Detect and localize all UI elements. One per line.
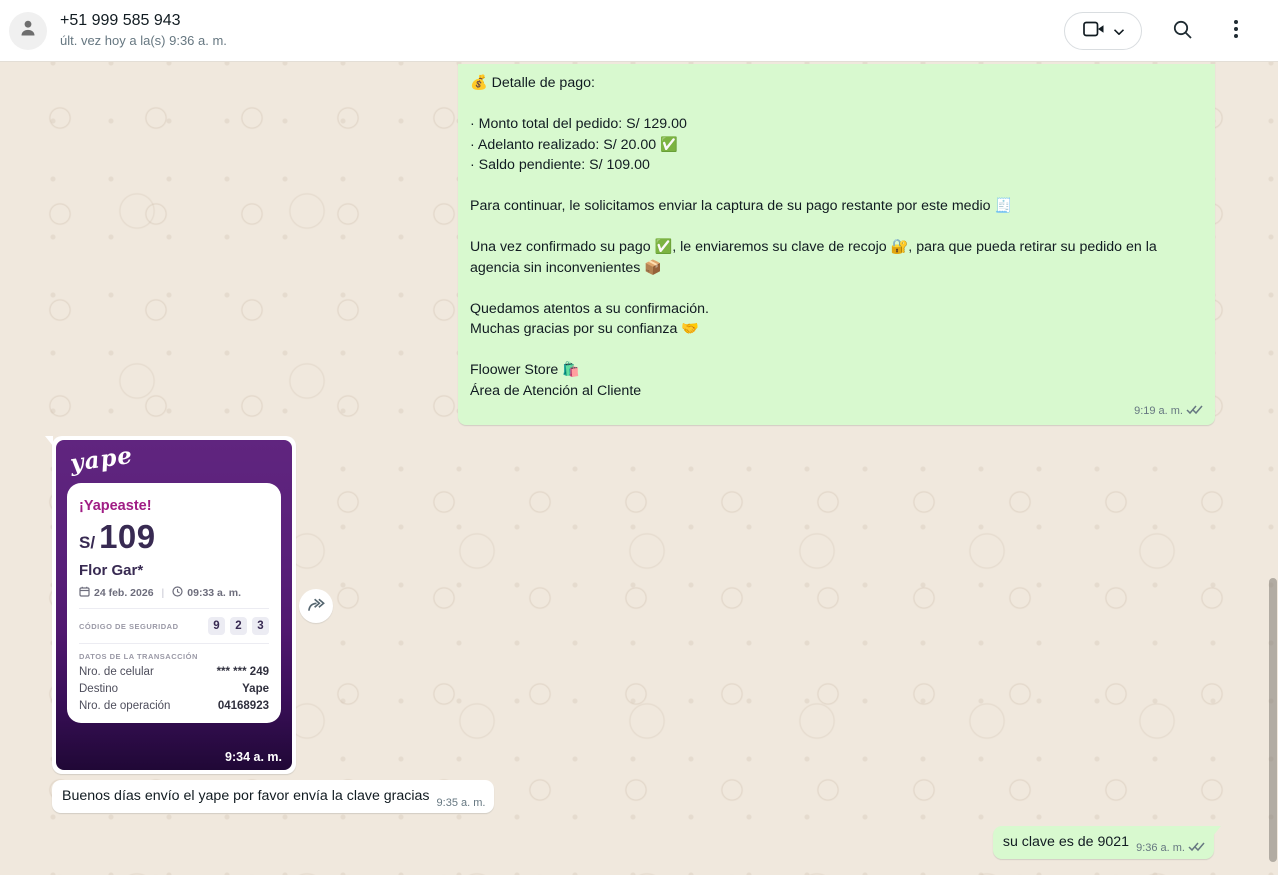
bubble-tail [1213, 826, 1221, 836]
message-text-line: Floower Store 🛍️ [470, 360, 1203, 381]
message-send-key[interactable]: su clave es de 9021 9:36 a. m. [993, 826, 1214, 859]
chat-area: 💰 Detalle de pago: · Monto total del ped… [0, 62, 1278, 875]
image-overlay-timestamp: 9:34 a. m. [225, 750, 282, 764]
recipient-name: Flor Gar* [79, 562, 269, 579]
double-check-icon [1188, 841, 1205, 855]
security-code-row: CÓDIGO DE SEGURIDAD 9 2 3 [79, 617, 269, 635]
yape-logo: yape [68, 442, 134, 478]
chat-scrollbar[interactable] [1269, 578, 1277, 862]
search-icon [1172, 19, 1193, 43]
security-digit: 3 [252, 617, 269, 635]
row-label: Nro. de operación [79, 700, 170, 712]
message-text-line: · Monto total del pedido: S/ 129.00 [470, 114, 1203, 135]
row-value: *** *** 249 [217, 666, 269, 678]
contact-info[interactable]: +51 999 585 943 últ. vez hoy a la(s) 9:3… [60, 11, 227, 50]
yape-amount: S/ 109 [79, 520, 269, 554]
message-meta: 9:36 a. m. [1136, 841, 1205, 855]
yape-receipt-card: yape ¡Yapeaste! S/ 109 Flor Gar* 24 feb.… [56, 440, 292, 770]
header-actions [1064, 12, 1250, 50]
chevron-down-icon [1114, 23, 1124, 38]
message-text: su clave es de 9021 [1003, 833, 1129, 852]
security-digit: 9 [208, 617, 225, 635]
message-text-line [470, 94, 1203, 115]
security-digit: 2 [230, 617, 247, 635]
yape-title: ¡Yapeaste! [79, 498, 269, 514]
message-text: Buenos días envío el yape por favor enví… [62, 787, 430, 806]
message-text-line: Área de Atención al Cliente [470, 381, 1203, 402]
message-text-line: Para continuar, le solicitamos enviar la… [470, 196, 1203, 217]
transaction-datetime: 24 feb. 2026 | 09:33 a. m. [79, 586, 269, 600]
clock-icon [172, 586, 183, 600]
search-button[interactable] [1168, 17, 1196, 45]
message-text-line: 💰 Detalle de pago: [470, 73, 1203, 94]
person-icon [16, 16, 40, 45]
amount-value: 109 [99, 520, 156, 554]
row-value: Yape [242, 683, 269, 695]
yape-receipt-panel: ¡Yapeaste! S/ 109 Flor Gar* 24 feb. 2026… [67, 483, 281, 723]
message-text-line: Quedamos atentos a su confirmación. [470, 299, 1203, 320]
contact-name: +51 999 585 943 [60, 11, 227, 31]
message-timestamp: 9:19 a. m. [1134, 405, 1183, 417]
row-label: Nro. de celular [79, 666, 154, 678]
message-text-line: Una vez confirmado su pago ✅, le enviare… [470, 237, 1203, 278]
message-meta: 9:19 a. m. [470, 403, 1203, 418]
message-text-line [470, 176, 1203, 197]
bubble-tail [45, 436, 53, 446]
message-payment-detail[interactable]: 💰 Detalle de pago: · Monto total del ped… [458, 64, 1215, 425]
security-code-label: CÓDIGO DE SEGURIDAD [79, 622, 179, 631]
message-text-line: · Adelanto realizado: S/ 20.00 ✅ [470, 135, 1203, 156]
message-timestamp: 9:36 a. m. [1136, 842, 1185, 854]
video-call-button[interactable] [1064, 12, 1142, 50]
message-text-line [470, 278, 1203, 299]
forward-message-button[interactable] [299, 589, 333, 623]
meta-separator: | [162, 587, 165, 599]
chat-header: +51 999 585 943 últ. vez hoy a la(s) 9:3… [0, 0, 1278, 62]
security-code-digits: 9 2 3 [208, 617, 269, 635]
kebab-menu-icon [1234, 20, 1238, 41]
transaction-date: 24 feb. 2026 [94, 587, 154, 599]
message-text-line [470, 217, 1203, 238]
last-seen-status: últ. vez hoy a la(s) 9:36 a. m. [60, 32, 227, 50]
transaction-row: Destino Yape [79, 683, 269, 695]
calendar-icon [79, 586, 90, 600]
message-request-key[interactable]: Buenos días envío el yape por favor enví… [52, 780, 494, 813]
transaction-row: Nro. de operación 04168923 [79, 700, 269, 712]
row-value: 04168923 [218, 700, 269, 712]
currency-symbol: S/ [79, 533, 95, 553]
transaction-data-label: DATOS DE LA TRANSACCIÓN [79, 652, 269, 661]
message-yape-receipt-image[interactable]: yape ¡Yapeaste! S/ 109 Flor Gar* 24 feb.… [52, 436, 296, 774]
transaction-row: Nro. de celular *** *** 249 [79, 666, 269, 678]
video-camera-icon [1083, 21, 1105, 40]
message-timestamp: 9:35 a. m. [437, 797, 486, 809]
row-label: Destino [79, 683, 118, 695]
menu-button[interactable] [1222, 17, 1250, 45]
message-text-line: Muchas gracias por su confianza 🤝 [470, 319, 1203, 340]
divider [79, 608, 269, 609]
transaction-time: 09:33 a. m. [187, 587, 241, 599]
message-text-line [470, 340, 1203, 361]
divider [79, 643, 269, 644]
contact-avatar[interactable] [9, 12, 47, 50]
forward-arrow-icon [307, 598, 326, 615]
double-check-icon [1186, 404, 1203, 418]
message-text-line: · Saldo pendiente: S/ 109.00 [470, 155, 1203, 176]
